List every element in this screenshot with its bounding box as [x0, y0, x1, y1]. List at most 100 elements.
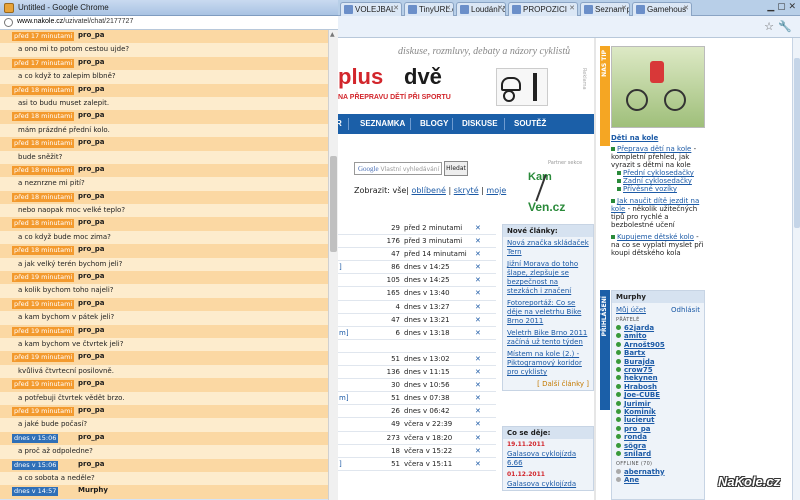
table-row[interactable]: 51 dnes v 13:02 ✕ [338, 353, 496, 367]
message-author[interactable]: pro_pa [78, 218, 105, 226]
friend-item[interactable]: lucierut [612, 416, 704, 424]
hide-row-close-icon[interactable]: ✕ [475, 329, 481, 337]
message-author[interactable]: pro_pa [78, 111, 105, 119]
friend-item[interactable]: Jurimir [612, 400, 704, 408]
friend-item[interactable]: Kominík [612, 408, 704, 416]
table-row[interactable]: m] 51 dnes v 07:38 ✕ [338, 392, 496, 406]
friend-item[interactable]: Ane [612, 476, 704, 484]
friend-item[interactable]: amito [612, 332, 704, 340]
table-row[interactable]: m] 6 dnes v 13:18 ✕ [338, 327, 496, 340]
hide-row-close-icon[interactable]: ✕ [475, 355, 481, 363]
article-link[interactable]: Místem na kole (2.) - Piktogramový korid… [503, 348, 593, 378]
tab-close-icon[interactable]: ✕ [569, 4, 575, 12]
message-author[interactable]: pro_pa [78, 379, 105, 387]
popup-title-bar[interactable]: Untitled - Google Chrome [0, 0, 338, 16]
nav-item-seznamka[interactable]: SEZNAMKA [360, 119, 405, 128]
table-row[interactable]: 18 včera v 15:22 ✕ [338, 445, 496, 458]
hide-row-close-icon[interactable]: ✕ [475, 250, 481, 258]
message-author[interactable]: pro_pa [78, 31, 105, 39]
message-author[interactable]: pro_pa [78, 138, 105, 146]
message-author[interactable]: pro_pa [78, 460, 105, 468]
table-row[interactable]: 136 dnes v 11:15 ✕ [338, 366, 496, 380]
message-author[interactable]: pro_pa [78, 245, 105, 253]
friend-item[interactable]: Burajda [612, 358, 704, 366]
wrench-menu-icon[interactable]: 🔧 [778, 20, 792, 33]
friend-item[interactable]: 62jarda [612, 324, 704, 332]
my-account-link[interactable]: Můj účet [616, 306, 646, 314]
friend-item[interactable]: ronda [612, 433, 704, 441]
hide-row-close-icon[interactable]: ✕ [475, 381, 481, 389]
table-row[interactable]: 176 před 3 minutami ✕ [338, 235, 496, 249]
table-row[interactable]: 30 dnes v 10:56 ✕ [338, 379, 496, 393]
message-author[interactable]: pro_pa [78, 165, 105, 173]
friend-item[interactable]: Arnošt905 [612, 341, 704, 349]
scroll-up-arrow-icon[interactable]: ▲ [330, 31, 335, 38]
child-trailer-illustration-icon[interactable] [496, 68, 548, 106]
hide-row-close-icon[interactable]: ✕ [475, 316, 481, 324]
row-link-fragment[interactable]: ] [339, 263, 342, 271]
table-row[interactable]: 47 dnes v 13:21 ✕ [338, 314, 496, 327]
tab-close-icon[interactable]: ✕ [497, 4, 503, 12]
hide-row-close-icon[interactable]: ✕ [475, 434, 481, 442]
article-link[interactable]: Nová značka skládaček Tern [503, 237, 593, 258]
kamven-partner-logo[interactable]: Kam Ven.cz [526, 168, 576, 220]
bookmark-star-icon[interactable]: ☆ [764, 20, 774, 33]
row-link-fragment[interactable]: m] [339, 394, 349, 402]
article-link[interactable]: Jižní Morava do toho šlape, zlepšuje se … [503, 258, 593, 297]
hide-row-close-icon[interactable]: ✕ [475, 276, 481, 284]
table-row[interactable]: ] 51 včera v 15:11 ✕ [338, 458, 496, 471]
message-author[interactable]: pro_pa [78, 433, 105, 441]
logo-plus-text[interactable]: plus [338, 64, 383, 90]
page-scrollbar[interactable] [792, 38, 800, 500]
tip-link[interactable]: Přeprava dětí na kole [617, 145, 691, 153]
friend-item[interactable]: Hrabosh [612, 383, 704, 391]
hide-row-close-icon[interactable]: ✕ [475, 407, 481, 415]
article-link[interactable]: Fotoreportáž: Co se děje na veletrhu Bik… [503, 297, 593, 327]
hide-row-close-icon[interactable]: ✕ [475, 237, 481, 245]
nav-item-r[interactable]: R [338, 119, 342, 128]
popup-address-bar[interactable]: www.nakole.cz/uzivatel/chat/2177727 [0, 16, 338, 30]
friend-item[interactable]: hekynen [612, 374, 704, 382]
row-link-fragment[interactable]: m] [339, 329, 349, 337]
friend-item[interactable]: Joe-CUBE [612, 391, 704, 399]
friend-item[interactable]: Bartx [612, 349, 704, 357]
tip-sub-link[interactable]: Přívěsné vozíky [623, 185, 677, 193]
friend-item[interactable]: pro_pa [612, 425, 704, 433]
tip-link[interactable]: Kupujeme dětské kolo [617, 233, 694, 241]
message-author[interactable]: pro_pa [78, 352, 105, 360]
hide-row-close-icon[interactable]: ✕ [475, 303, 481, 311]
logo-dve-text[interactable]: dvě [404, 64, 442, 90]
child-cyclist-photo[interactable] [611, 46, 705, 128]
table-row[interactable]: 273 včera v 18:20 ✕ [338, 432, 496, 445]
hide-row-close-icon[interactable]: ✕ [475, 394, 481, 402]
browser-tab[interactable]: TinyURL.co✕ [404, 2, 454, 16]
message-author[interactable]: pro_pa [78, 272, 105, 280]
hide-row-close-icon[interactable]: ✕ [475, 368, 481, 376]
table-row[interactable]: ] 86 dnes v 14:25 ✕ [338, 261, 496, 275]
hide-row-close-icon[interactable]: ✕ [475, 263, 481, 271]
article-link[interactable]: Veletrh Bike Brno 2011 začíná už tento t… [503, 327, 593, 348]
table-row[interactable]: 165 dnes v 13:40 ✕ [338, 287, 496, 301]
browser-tab[interactable]: Gamehous ✕ [632, 2, 692, 16]
browser-tab[interactable]: Loudání če✕ [456, 2, 506, 16]
message-author[interactable]: pro_pa [78, 85, 105, 93]
message-author[interactable]: pro_pa [78, 299, 105, 307]
view-filter-mine[interactable]: moje [486, 186, 506, 195]
nav-item-soutez[interactable]: SOUTĚŽ [514, 119, 546, 128]
tip-heading[interactable]: Děti na kole [611, 134, 705, 142]
friend-item[interactable]: sögra [612, 442, 704, 450]
tab-close-icon[interactable]: ✕ [445, 4, 451, 12]
hide-row-close-icon[interactable]: ✕ [475, 447, 481, 455]
nav-item-blogy[interactable]: BLOGY [420, 119, 448, 128]
search-button[interactable]: Hledat [444, 161, 468, 176]
browser-tab[interactable]: VOLEJBAL ✕ [340, 2, 402, 16]
message-author[interactable]: pro_pa [78, 326, 105, 334]
message-author[interactable]: pro_pa [78, 192, 105, 200]
hide-row-close-icon[interactable]: ✕ [475, 460, 481, 468]
window-controls[interactable]: ▁ ▢ ✕ [767, 2, 796, 12]
chat-scrollbar-thumb[interactable] [330, 156, 337, 252]
tip-sub-link[interactable]: Přední cyklosedačky [623, 169, 694, 177]
table-row[interactable]: 105 dnes v 14:25 ✕ [338, 274, 496, 288]
view-filter-hidden[interactable]: skryté [454, 186, 479, 195]
message-author[interactable]: Murphy [78, 486, 108, 494]
